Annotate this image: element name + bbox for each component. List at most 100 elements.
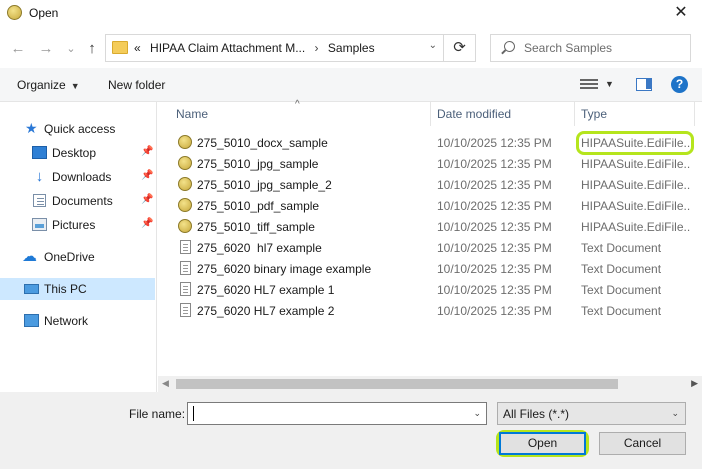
view-options-chevron-icon[interactable]: ▼ [605, 79, 614, 89]
close-button[interactable]: ✕ [668, 2, 694, 24]
search-input[interactable] [524, 40, 684, 56]
breadcrumb-item[interactable]: Samples [328, 41, 375, 55]
sort-ascending-icon: ^ [295, 99, 300, 110]
cancel-button[interactable]: Cancel [599, 432, 686, 455]
file-date: 10/10/2025 12:35 PM [437, 178, 552, 192]
file-row[interactable]: 275_6020 HL7 example 1 10/10/2025 12:35 … [158, 279, 702, 300]
file-name: 275_6020 HL7 example 1 [197, 283, 335, 297]
sidebar-item-pictures[interactable]: Pictures 📌 [0, 214, 155, 236]
file-row[interactable]: 275_5010_jpg_sample 10/10/2025 12:35 PM … [158, 153, 702, 174]
sidebar-item-label: OneDrive [44, 250, 95, 264]
breadcrumb: « HIPAA Claim Attachment M... › Samples [134, 41, 381, 55]
folder-icon [112, 41, 128, 54]
pin-icon: 📌 [141, 146, 154, 157]
file-row[interactable]: 275_5010_jpg_sample_2 10/10/2025 12:35 P… [158, 174, 702, 195]
file-type: HIPAASuite.EdiFile... [581, 220, 691, 234]
preview-pane-icon[interactable] [636, 78, 652, 91]
file-name-field[interactable]: ⌄ [187, 402, 487, 425]
resize-grip-icon[interactable] [689, 456, 699, 466]
title-bar: Open ✕ [0, 0, 702, 28]
file-name: 275_6020 HL7 example 2 [197, 304, 335, 318]
file-date: 10/10/2025 12:35 PM [437, 220, 552, 234]
recent-locations-chevron-icon[interactable]: ⌄ [62, 41, 80, 57]
help-icon[interactable]: ? [671, 76, 688, 93]
text-file-icon [180, 303, 191, 317]
file-name: 275_5010_jpg_sample [197, 157, 319, 171]
change-view-icon[interactable] [580, 78, 598, 91]
column-header-name[interactable]: Name [176, 107, 208, 121]
address-bar[interactable]: « HIPAA Claim Attachment M... › Samples … [105, 34, 444, 62]
file-name: 275_5010_tiff_sample [197, 220, 315, 234]
file-name: 275_5010_jpg_sample_2 [197, 178, 332, 192]
pin-icon: 📌 [141, 170, 154, 181]
file-type: Text Document [581, 283, 662, 297]
scrollbar-thumb[interactable] [176, 379, 618, 389]
file-date: 10/10/2025 12:35 PM [437, 199, 552, 213]
edi-file-icon [178, 135, 192, 149]
address-row: ← → ⌄ ↑ « HIPAA Claim Attachment M... › … [0, 28, 702, 68]
file-name: 275_5010_docx_sample [197, 136, 328, 150]
scroll-right-arrow-icon[interactable]: ▶ [691, 378, 698, 389]
text-file-icon [180, 261, 191, 275]
address-dropdown-chevron-icon[interactable]: ⌄ [429, 40, 437, 51]
file-list: ^ Name Date modified Type 275_5010_docx_… [158, 99, 702, 392]
new-folder-button[interactable]: New folder [108, 78, 165, 92]
file-date: 10/10/2025 12:35 PM [437, 136, 552, 150]
desktop-icon [32, 146, 47, 159]
file-name: 275_6020 binary image example [197, 262, 372, 276]
sidebar-item-downloads[interactable]: ↓ Downloads 📌 [0, 166, 155, 188]
navigation-pane: ★ Quick access Desktop 📌 ↓ Downloads 📌 D… [0, 102, 157, 392]
search-box[interactable] [490, 34, 691, 62]
text-file-icon [180, 282, 191, 296]
file-type: HIPAASuite.EdiFile... [581, 178, 691, 192]
sidebar-item-this-pc[interactable]: This PC [0, 278, 155, 300]
filter-chevron-down-icon: ⌄ [671, 408, 679, 418]
sidebar-item-label: Documents [52, 194, 113, 208]
refresh-button[interactable]: ⟳ [444, 34, 476, 62]
scroll-left-arrow-icon[interactable]: ◀ [162, 378, 169, 389]
sidebar-item-desktop[interactable]: Desktop 📌 [0, 142, 155, 164]
edi-file-icon [178, 198, 192, 212]
pin-icon: 📌 [141, 194, 154, 205]
pin-icon: 📌 [141, 218, 154, 229]
breadcrumb-overflow[interactable]: « [134, 41, 141, 55]
sidebar-item-documents[interactable]: Documents 📌 [0, 190, 155, 212]
back-arrow-icon[interactable]: ← [9, 41, 27, 57]
documents-icon [33, 194, 46, 207]
file-name: 275_6020 hl7 example [197, 241, 322, 255]
breadcrumb-item[interactable]: HIPAA Claim Attachment M... [150, 41, 305, 55]
sidebar-item-label: Pictures [52, 218, 96, 232]
horizontal-scrollbar[interactable]: ◀ ▶ [158, 376, 702, 392]
file-name-dropdown-chevron-icon[interactable]: ⌄ [473, 408, 481, 419]
file-name: 275_5010_pdf_sample [197, 199, 320, 213]
text-cursor [193, 406, 194, 421]
organize-menu[interactable]: Organize ▼ [17, 78, 80, 92]
file-name-label: File name: [129, 407, 186, 421]
file-row[interactable]: 275_5010_pdf_sample 10/10/2025 12:35 PM … [158, 195, 702, 216]
column-header-date-modified[interactable]: Date modified [437, 107, 511, 121]
file-row[interactable]: 275_6020 hl7 example 10/10/2025 12:35 PM… [158, 237, 702, 258]
sidebar-item-network[interactable]: Network [0, 310, 155, 332]
command-bar: Organize ▼ New folder ▼ ? [0, 68, 702, 102]
forward-arrow-icon[interactable]: → [37, 41, 55, 57]
sidebar-item-label: Downloads [52, 170, 112, 184]
sidebar-item-quick-access[interactable]: ★ Quick access [0, 118, 155, 140]
file-date: 10/10/2025 12:35 PM [437, 262, 552, 276]
file-date: 10/10/2025 12:35 PM [437, 304, 552, 318]
file-type-filter[interactable]: All Files (*.*) ⌄ [497, 402, 686, 425]
sidebar-item-label: This PC [44, 282, 87, 296]
breadcrumb-separator-icon[interactable]: › [315, 41, 319, 55]
app-icon [7, 5, 22, 20]
file-type-filter-value: All Files (*.*) [503, 407, 570, 421]
open-button[interactable]: Open [499, 432, 586, 455]
column-header-type[interactable]: Type [581, 107, 607, 121]
window-title: Open [29, 6, 59, 20]
file-row[interactable]: 275_6020 binary image example 10/10/2025… [158, 258, 702, 279]
sidebar-item-label: Network [44, 314, 89, 328]
file-row[interactable]: 275_5010_tiff_sample 10/10/2025 12:35 PM… [158, 216, 702, 237]
computer-icon [24, 284, 39, 294]
column-header-row: ^ Name Date modified Type [158, 99, 702, 126]
file-row[interactable]: 275_6020 HL7 example 2 10/10/2025 12:35 … [158, 300, 702, 321]
up-arrow-icon[interactable]: ↑ [83, 41, 101, 57]
sidebar-item-onedrive[interactable]: ☁ OneDrive [0, 246, 155, 268]
